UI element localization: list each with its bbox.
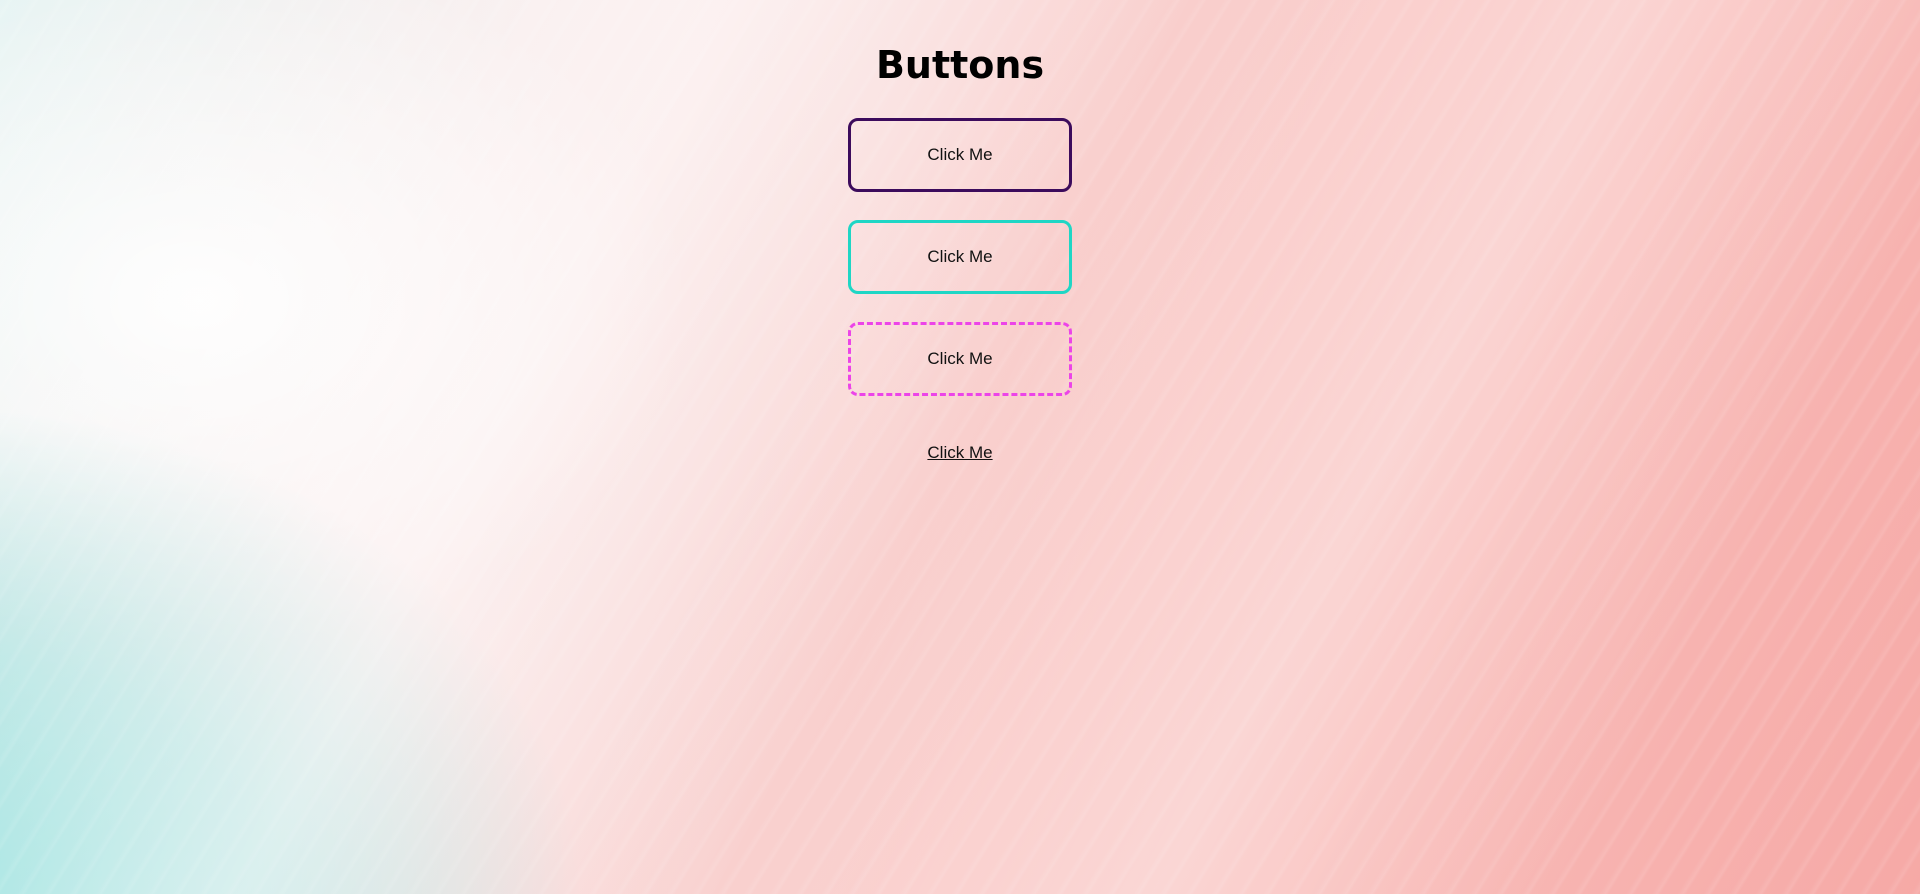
link-button[interactable]: Click Me — [927, 443, 992, 463]
dashed-button-pink[interactable]: Click Me — [848, 322, 1072, 396]
outline-button-teal[interactable]: Click Me — [848, 220, 1072, 294]
outline-button-purple[interactable]: Click Me — [848, 118, 1072, 192]
page-title: Buttons — [875, 43, 1045, 87]
buttons-section: Buttons Click Me Click Me Click Me Click… — [0, 0, 1920, 463]
